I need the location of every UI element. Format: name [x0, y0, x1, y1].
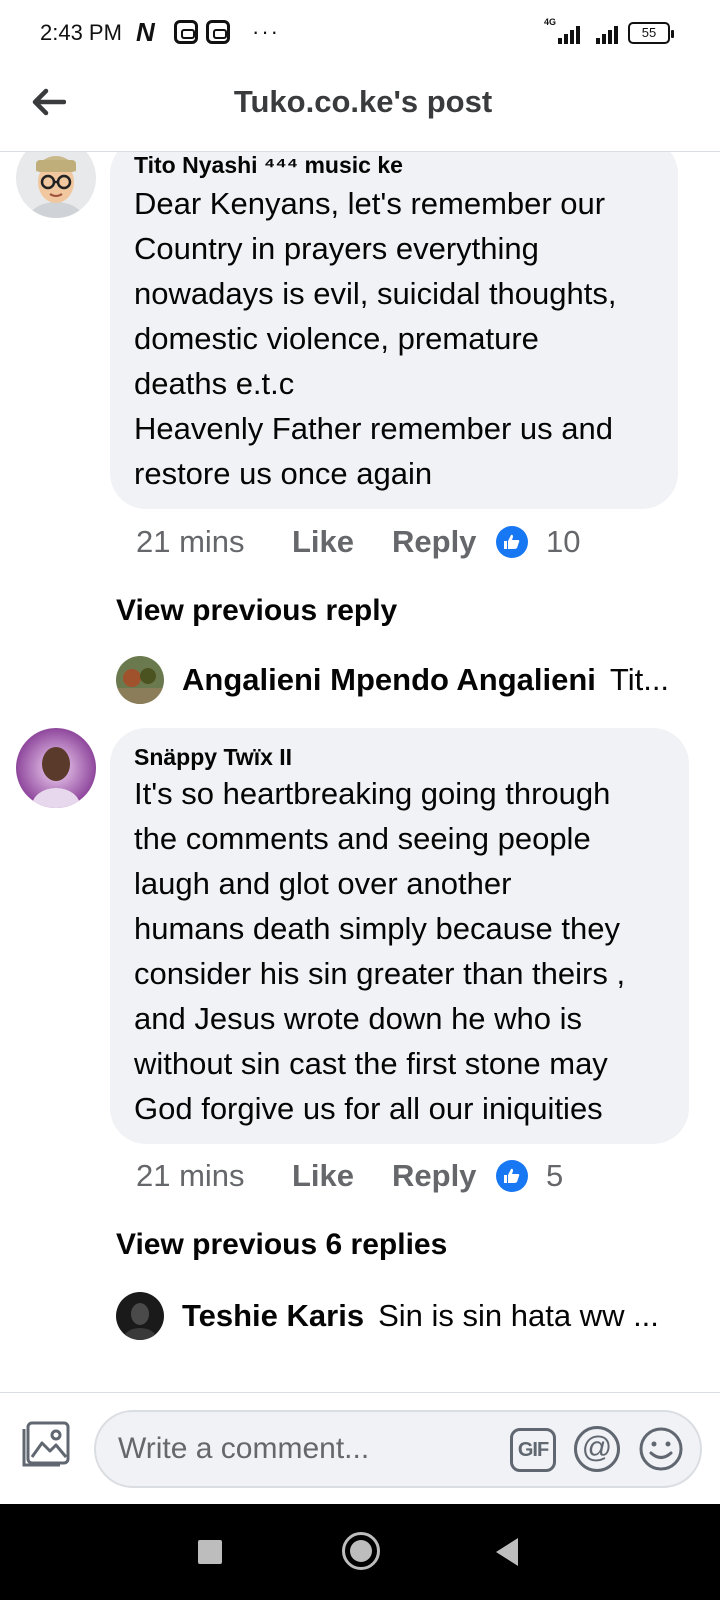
comment-time: 21 mins [136, 1158, 245, 1193]
comment-bubble[interactable]: Tito Nyashi ⁴⁴⁴ music ke Dear Kenyans, l… [110, 152, 678, 509]
comment-line: domestic violence, premature [134, 321, 539, 356]
memoji-avatar-icon [16, 152, 96, 218]
gif-button[interactable]: GIF [510, 1428, 556, 1472]
reaction-count[interactable]: 10 [546, 524, 580, 560]
recents-button[interactable] [198, 1540, 222, 1564]
comment-line: nowadays is evil, suicidal thoughts, [134, 276, 617, 311]
comment-line: Country in prayers everything [134, 231, 539, 266]
photo-avatar-icon [116, 1292, 164, 1340]
avatar-tito[interactable] [16, 152, 96, 218]
comment-line: laugh and glot over another [134, 866, 512, 901]
comment-line: Dear Kenyans, let's remember our [134, 186, 606, 221]
comment-line: It's so heartbreaking going through [134, 776, 611, 811]
mention-button[interactable]: @ [574, 1426, 620, 1472]
view-previous-replies[interactable]: View previous reply [116, 594, 397, 628]
reply-snippet: Sin is sin hata ww ... [378, 1298, 659, 1333]
system-nav-bar [0, 1504, 720, 1600]
thumbs-up-icon [496, 526, 528, 558]
photo-icon [22, 1421, 70, 1467]
reply-author[interactable]: Teshie Karis [182, 1298, 364, 1334]
reply-button[interactable]: Reply [392, 524, 496, 560]
comment-time: 21 mins [136, 524, 245, 559]
view-previous-replies[interactable]: View previous 6 replies [116, 1228, 447, 1262]
comment-line: humans death simply because they [134, 911, 620, 946]
smiley-icon [639, 1427, 683, 1471]
comment-line: Heavenly Father remember us and [134, 411, 614, 446]
status-time: 2:43 PM [40, 20, 122, 45]
emoji-button[interactable] [638, 1426, 684, 1472]
status-bar: 2:43 PM N ··· 4G 55 [0, 0, 720, 66]
network-type-label: 4G [544, 17, 557, 27]
battery-icon: 55 [628, 22, 674, 44]
reply-snippet: Tit... [609, 662, 670, 697]
thumbs-up-icon [496, 1160, 528, 1192]
notification-icons: N ··· [136, 19, 280, 45]
comments-feed[interactable]: Tito Nyashi ⁴⁴⁴ music ke Dear Kenyans, l… [0, 152, 720, 1392]
reply-button[interactable]: Reply [392, 1158, 496, 1194]
comment-author[interactable]: Snäppy Twïx II [134, 744, 665, 771]
photo-avatar-icon [116, 656, 164, 704]
comment-text: Dear Kenyans, let's remember our Country… [134, 181, 654, 496]
back-nav-button[interactable] [496, 1538, 518, 1566]
reaction-count[interactable]: 5 [546, 1158, 563, 1194]
comment-input[interactable] [118, 1426, 478, 1472]
signal-icon [590, 20, 618, 44]
reply-preview[interactable]: Teshie Karis Sin is sin hata ww ... [116, 1292, 690, 1340]
app-notification-icon-2 [206, 20, 230, 44]
avatar-teshie[interactable] [116, 1292, 164, 1340]
comment-line: deaths e.t.c [134, 366, 295, 401]
comment-meta: 21 mins Like Reply 10 [136, 524, 580, 560]
like-button[interactable]: Like [292, 1158, 392, 1194]
netflix-n-icon: N [136, 17, 155, 47]
home-button[interactable] [342, 1532, 380, 1570]
comment-line: without sin cast the first stone may [134, 1046, 608, 1081]
comment-line: the comments and seeing people [134, 821, 591, 856]
page-title: Tuko.co.ke's post [233, 84, 493, 119]
post-header: Tuko.co.ke's post [0, 66, 720, 152]
comment-composer: GIF @ [0, 1392, 720, 1504]
reply-preview[interactable]: Angalieni Mpendo Angalieni Tit... [116, 656, 690, 704]
avatar-angalieni[interactable] [116, 656, 164, 704]
like-button[interactable]: Like [292, 524, 392, 560]
avatar-snappy[interactable] [16, 728, 96, 808]
comment-box[interactable]: GIF @ [94, 1410, 702, 1488]
comment-line: consider his sin greater than theirs , [134, 956, 626, 991]
photo-avatar-icon [16, 728, 96, 808]
comment-bubble[interactable]: Snäppy Twïx II It's so heartbreaking goi… [110, 728, 689, 1144]
reply-author[interactable]: Angalieni Mpendo Angalieni [182, 662, 596, 698]
more-notifications-icon: ··· [252, 19, 280, 44]
app-notification-icon [174, 20, 198, 44]
comment-line: and Jesus wrote down he who is [134, 1001, 583, 1036]
system-icons: 4G 55 [544, 17, 674, 44]
signal-4g-icon: 4G [544, 17, 580, 44]
comment-line: God forgive us for all our iniquities [134, 1091, 603, 1126]
comment-author[interactable]: Tito Nyashi ⁴⁴⁴ music ke [134, 152, 654, 179]
add-photo-button[interactable] [20, 1415, 74, 1469]
comment-meta: 21 mins Like Reply 5 [136, 1158, 563, 1194]
comment-text: It's so heartbreaking going through the … [134, 771, 665, 1131]
comment-line: restore us once again [134, 456, 433, 491]
